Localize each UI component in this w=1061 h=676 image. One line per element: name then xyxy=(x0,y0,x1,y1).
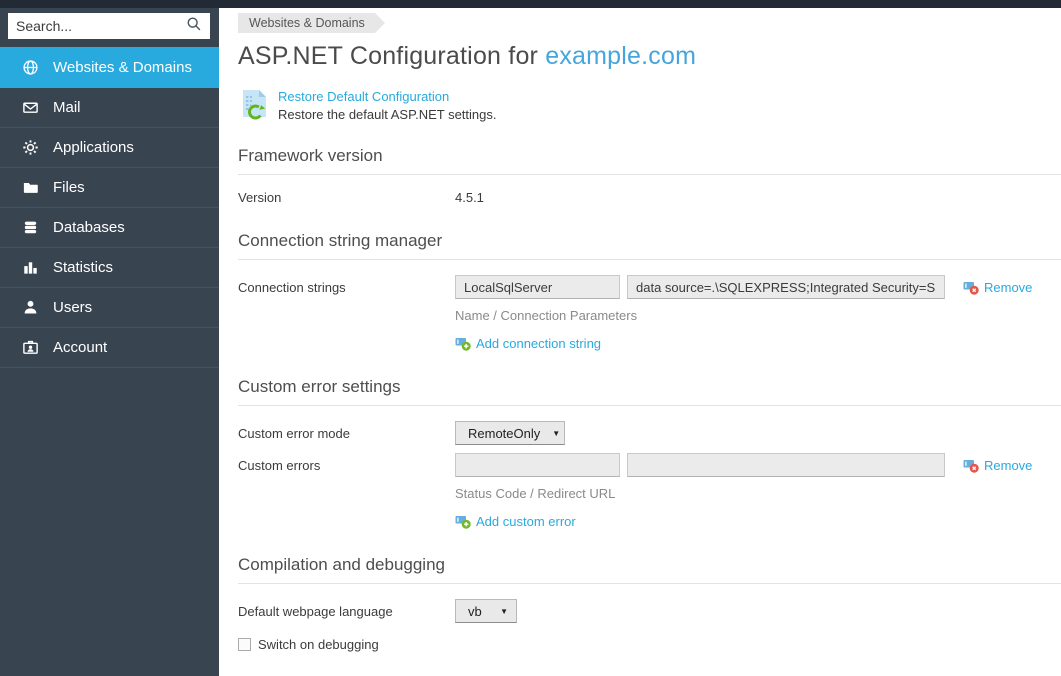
section-heading-framework: Framework version xyxy=(238,146,1061,175)
restore-default-block: Restore Default Configuration Restore th… xyxy=(238,88,1061,123)
add-icon xyxy=(455,335,471,351)
database-icon xyxy=(21,219,39,237)
gear-icon xyxy=(21,139,39,157)
page-title: ASP.NET Configuration for example.com xyxy=(238,42,1061,71)
default-language-label: Default webpage language xyxy=(238,604,455,619)
sidebar-item-label: Account xyxy=(53,339,107,356)
custom-error-mode-select[interactable]: RemoteOnly ▼ xyxy=(455,421,565,445)
connection-strings-row: Connection strings Remove xyxy=(238,275,1061,299)
default-language-value: vb xyxy=(468,604,482,619)
user-icon xyxy=(21,299,39,317)
sidebar-item-account[interactable]: Account xyxy=(0,327,219,367)
page-title-domain: example.com xyxy=(545,42,696,70)
custom-errors-label: Custom errors xyxy=(238,458,455,473)
sidebar-item-label: Websites & Domains xyxy=(53,59,192,76)
add-connection-string[interactable]: Add connection string xyxy=(455,335,601,351)
version-label: Version xyxy=(238,190,455,205)
add-custom-error-row: Add custom error xyxy=(238,513,1061,529)
main-content: Websites & Domains ASP.NET Configuration… xyxy=(219,8,1061,676)
remove-connection-string[interactable]: Remove xyxy=(963,279,1032,295)
sidebar-item-label: Databases xyxy=(53,219,125,236)
sidebar-nav: Websites & Domains Mail Applications xyxy=(0,47,219,368)
bar-chart-icon xyxy=(21,259,39,277)
sidebar-item-files[interactable]: Files xyxy=(0,167,219,207)
debug-checkbox-row: Switch on debugging xyxy=(238,637,1061,652)
search-box[interactable] xyxy=(8,13,210,39)
section-heading-compilation: Compilation and debugging xyxy=(238,555,1061,584)
connection-params-input[interactable] xyxy=(627,275,945,299)
add-connection-link[interactable]: Add connection string xyxy=(476,336,601,351)
switch-on-debugging-checkbox[interactable] xyxy=(238,638,251,651)
restore-default-link[interactable]: Restore Default Configuration xyxy=(278,89,496,104)
connection-hint: Name / Connection Parameters xyxy=(455,308,637,323)
chevron-down-icon: ▼ xyxy=(500,607,508,616)
add-custom-error[interactable]: Add custom error xyxy=(455,513,576,529)
top-bar xyxy=(0,0,1061,8)
remove-custom-error-link[interactable]: Remove xyxy=(984,458,1032,473)
sidebar-item-label: Files xyxy=(53,179,85,196)
redirect-url-input[interactable] xyxy=(627,453,945,477)
remove-icon xyxy=(963,279,979,295)
sidebar-spacer xyxy=(0,367,219,368)
folder-icon xyxy=(21,179,39,197)
chevron-down-icon: ▼ xyxy=(552,429,560,438)
version-row: Version 4.5.1 xyxy=(238,190,1061,205)
remove-connection-link[interactable]: Remove xyxy=(984,280,1032,295)
mail-icon xyxy=(21,99,39,117)
sidebar-item-users[interactable]: Users xyxy=(0,287,219,327)
restore-description: Restore the default ASP.NET settings. xyxy=(278,107,496,122)
sidebar-item-statistics[interactable]: Statistics xyxy=(0,247,219,287)
custom-errors-row: Custom errors Remove xyxy=(238,453,1061,477)
plesk-app: Websites & Domains Mail Applications xyxy=(0,0,1061,676)
breadcrumb[interactable]: Websites & Domains xyxy=(238,13,375,33)
sidebar-item-label: Statistics xyxy=(53,259,113,276)
connection-name-input[interactable] xyxy=(455,275,620,299)
status-code-input[interactable] xyxy=(455,453,620,477)
section-heading-custom-errors: Custom error settings xyxy=(238,377,1061,406)
add-icon xyxy=(455,513,471,529)
sidebar-item-databases[interactable]: Databases xyxy=(0,207,219,247)
globe-icon xyxy=(21,59,39,77)
id-badge-icon xyxy=(21,339,39,357)
sidebar-item-websites-domains[interactable]: Websites & Domains xyxy=(0,47,219,87)
sidebar-item-label: Applications xyxy=(53,139,134,156)
custom-error-mode-label: Custom error mode xyxy=(238,426,455,441)
default-language-select[interactable]: vb ▼ xyxy=(455,599,517,623)
switch-on-debugging-label[interactable]: Switch on debugging xyxy=(258,637,379,652)
default-language-row: Default webpage language vb ▼ xyxy=(238,599,1061,623)
sidebar-item-label: Mail xyxy=(53,99,81,116)
remove-custom-error[interactable]: Remove xyxy=(963,457,1032,473)
add-custom-error-link[interactable]: Add custom error xyxy=(476,514,576,529)
sidebar: Websites & Domains Mail Applications xyxy=(0,8,219,676)
custom-errors-hint-row: Status Code / Redirect URL xyxy=(238,486,1061,501)
search-icon[interactable] xyxy=(186,16,202,37)
restore-document-icon xyxy=(238,88,271,121)
custom-error-mode-row: Custom error mode RemoteOnly ▼ xyxy=(238,421,1061,445)
sidebar-item-label: Users xyxy=(53,299,92,316)
sidebar-item-applications[interactable]: Applications xyxy=(0,127,219,167)
connection-hint-row: Name / Connection Parameters xyxy=(238,308,1061,323)
sidebar-item-mail[interactable]: Mail xyxy=(0,87,219,127)
connection-strings-label: Connection strings xyxy=(238,280,455,295)
breadcrumb-label: Websites & Domains xyxy=(249,16,365,30)
section-heading-connection: Connection string manager xyxy=(238,231,1061,260)
custom-error-mode-value: RemoteOnly xyxy=(468,426,540,441)
version-value: 4.5.1 xyxy=(455,190,484,205)
add-connection-row: Add connection string xyxy=(238,335,1061,351)
search-input[interactable] xyxy=(16,18,186,34)
custom-errors-hint: Status Code / Redirect URL xyxy=(455,486,615,501)
remove-icon xyxy=(963,457,979,473)
